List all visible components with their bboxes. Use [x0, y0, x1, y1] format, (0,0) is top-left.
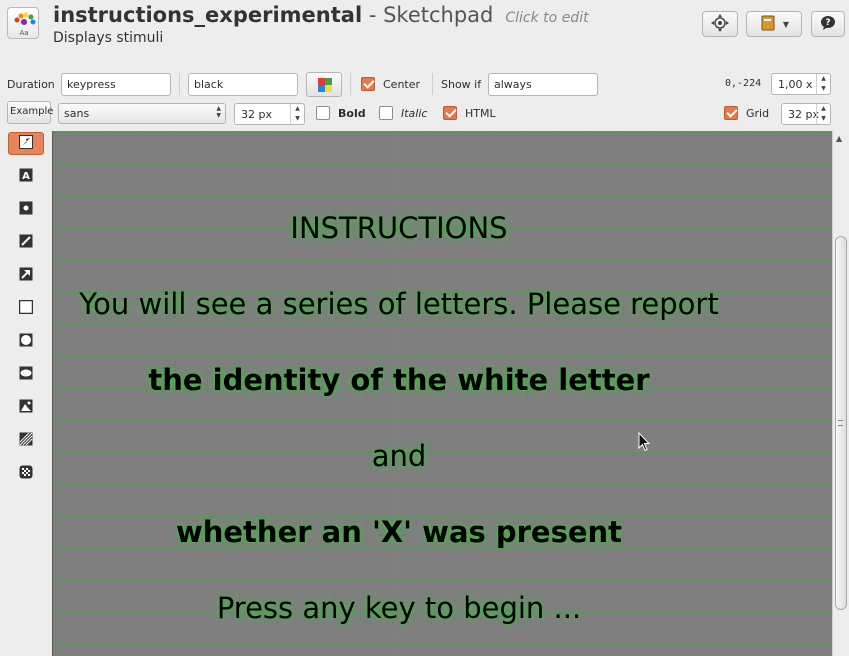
center-label: Center: [383, 78, 421, 91]
italic-checkbox[interactable]: [379, 106, 393, 120]
grid-label: Grid: [746, 107, 770, 120]
text-tool-button[interactable]: A: [8, 165, 44, 188]
color-input[interactable]: [188, 73, 298, 96]
show-if-input[interactable]: [488, 73, 598, 96]
click-to-edit-hint[interactable]: Click to edit: [505, 10, 588, 26]
font-family-value: sans: [64, 107, 90, 120]
font-family-select[interactable]: sans ▲ ▼: [58, 103, 226, 124]
italic-label: Italic: [401, 107, 428, 120]
grid-center-horizontal-line: [53, 419, 832, 420]
font-size-spinbox[interactable]: 32 px ▲ ▼: [234, 103, 305, 125]
updown-icon: ▲ ▼: [216, 105, 221, 119]
line-icon: [19, 234, 33, 251]
noise-patch-tool-button[interactable]: [8, 462, 44, 485]
svg-text:A: A: [22, 171, 30, 182]
center-checkbox[interactable]: [361, 77, 375, 91]
fixdot-icon: [19, 201, 33, 218]
help-icon: ?: [820, 15, 836, 34]
instructions-bold-line-text[interactable]: the identity of the white letter: [53, 363, 745, 397]
circle-tool-button[interactable]: [8, 330, 44, 353]
item-description[interactable]: Displays stimuli: [53, 30, 163, 46]
svg-text:Aa: Aa: [19, 29, 28, 37]
scrollbar-grip-icon: [838, 420, 843, 426]
notebook-icon: [759, 14, 777, 35]
image-tool-button[interactable]: [8, 396, 44, 419]
html-label: HTML: [465, 107, 496, 120]
item-header: Aa instructions_experimental - Sketchpad…: [0, 0, 849, 66]
line-tool-button[interactable]: [8, 231, 44, 254]
zoom-value: 1,00 x: [778, 78, 813, 91]
rectangle-icon: [18, 299, 34, 317]
duration-label: Duration: [7, 78, 55, 91]
separator: [179, 73, 180, 95]
sketchpad-options-row: Duration Center Show if 0,-224 1,00 x ▲▼: [0, 71, 849, 97]
pointer-icon: [19, 135, 33, 152]
sketchpad-canvas[interactable]: INSTRUCTIONS You will see a series of le…: [52, 131, 832, 656]
element-tool-palette: A: [0, 131, 52, 656]
pointer-tool-button[interactable]: [8, 132, 44, 155]
grid-size-stepper[interactable]: ▲ ▼: [816, 104, 830, 124]
duration-input[interactable]: [61, 73, 171, 96]
instructions-heading-text[interactable]: INSTRUCTIONS: [53, 211, 745, 245]
ellipse-icon: [19, 366, 33, 383]
arrow-icon: [19, 267, 33, 284]
grid-size-value: 32 px: [788, 108, 819, 121]
instructions-bold-line-text[interactable]: whether an 'X' was present: [53, 515, 745, 549]
item-name[interactable]: instructions_experimental: [53, 3, 362, 27]
scroll-up-arrow-icon[interactable]: ▲: [836, 134, 842, 143]
gabor-tool-button[interactable]: [8, 429, 44, 452]
text-icon: A: [19, 168, 33, 185]
item-menu-button[interactable]: ▼: [746, 11, 802, 37]
press-key-text[interactable]: Press any key to begin ...: [53, 591, 745, 625]
image-icon: [19, 399, 33, 416]
mouse-cursor-icon: [638, 431, 651, 455]
separator: [350, 73, 351, 95]
help-button[interactable]: ?: [811, 11, 845, 37]
zoom-spinbox[interactable]: 1,00 x ▲ ▼: [771, 73, 831, 95]
grid-checkbox[interactable]: [724, 106, 738, 120]
font-options-row: Example sans ▲ ▼ 32 px ▲ ▼ Bold Italic HTM…: [0, 101, 849, 127]
html-checkbox[interactable]: [443, 106, 457, 120]
color-picker-icon: [317, 77, 333, 96]
circle-icon: [19, 333, 33, 350]
font-size-stepper[interactable]: ▲ ▼: [290, 104, 304, 124]
zoom-stepper[interactable]: ▲ ▼: [816, 74, 830, 94]
instructions-line-text[interactable]: You will see a series of letters. Please…: [53, 287, 745, 321]
bold-checkbox[interactable]: [316, 106, 330, 120]
separator: [432, 73, 433, 95]
item-type: Sketchpad: [383, 3, 494, 27]
grid-size-spinbox[interactable]: 32 px ▲ ▼: [781, 103, 831, 125]
item-title-line[interactable]: instructions_experimental - Sketchpad Cli…: [53, 3, 589, 27]
font-size-value: 32 px: [241, 108, 272, 121]
rect-tool-button[interactable]: [8, 297, 44, 320]
run-item-button[interactable]: [702, 11, 738, 37]
cursor-coordinates: 0,-224: [725, 78, 762, 89]
svg-text:?: ?: [825, 18, 830, 28]
gabor-icon: [19, 432, 33, 449]
title-separator: -: [362, 3, 384, 27]
example-font-button[interactable]: Example: [7, 101, 53, 124]
ellipse-tool-button[interactable]: [8, 363, 44, 386]
canvas-vertical-scrollbar[interactable]: ▲: [832, 131, 849, 656]
show-if-label: Show if: [441, 78, 482, 91]
bold-label: Bold: [338, 107, 366, 120]
arrow-tool-button[interactable]: [8, 264, 44, 287]
noise-patch-icon: [19, 465, 33, 482]
fixdot-tool-button[interactable]: [8, 198, 44, 221]
color-picker-button[interactable]: [306, 72, 342, 97]
chevron-down-icon: ▼: [782, 19, 790, 29]
sketchpad-app-icon: Aa: [7, 7, 39, 39]
move-icon: [711, 13, 729, 35]
